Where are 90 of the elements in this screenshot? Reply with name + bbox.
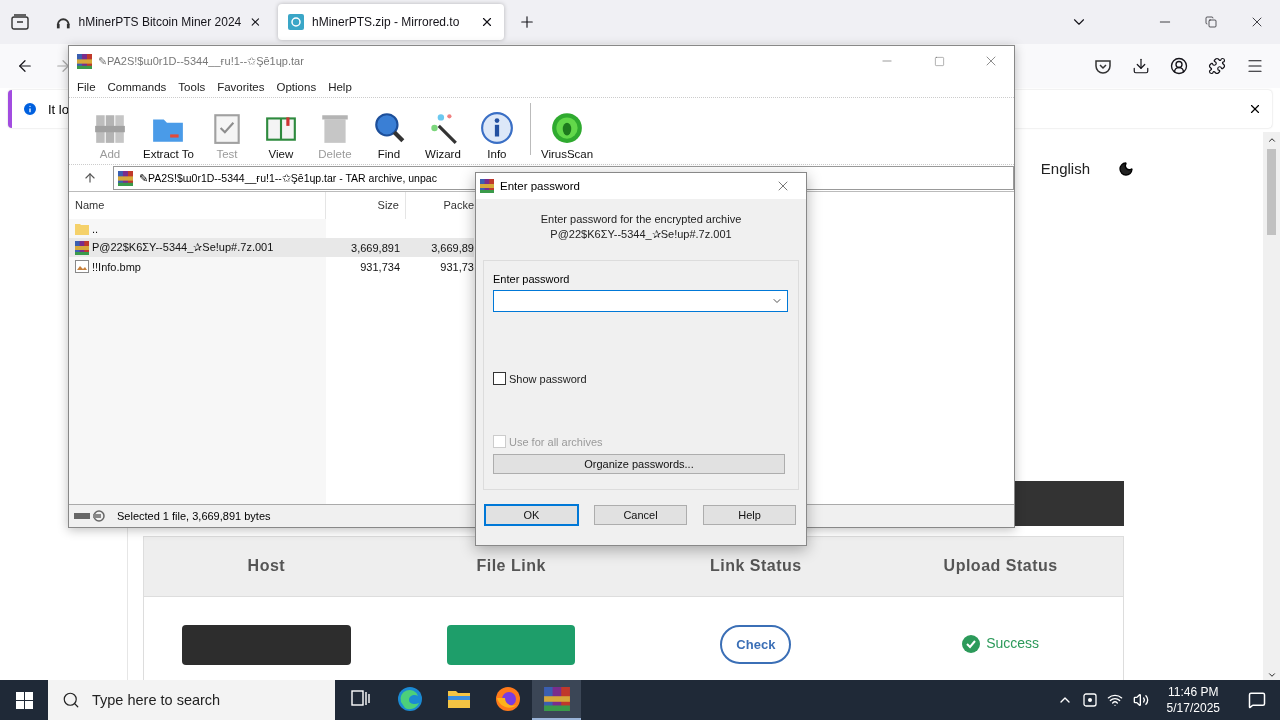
pocket-icon[interactable] xyxy=(1095,58,1111,74)
browser-tab[interactable]: hMinerPTS.zip - Mirrored.to xyxy=(278,4,504,40)
winrar-icon xyxy=(77,53,92,69)
windows-icon[interactable] xyxy=(15,691,33,709)
close-icon[interactable] xyxy=(249,15,262,29)
close-icon[interactable] xyxy=(1248,102,1262,116)
file-name: .. xyxy=(92,222,99,235)
info-icon xyxy=(479,111,514,145)
winrar-icon xyxy=(480,179,494,193)
camera-icon[interactable] xyxy=(1082,692,1097,708)
download-icon[interactable] xyxy=(1132,57,1150,75)
toolbar-button[interactable]: Info xyxy=(469,111,524,160)
file-row[interactable]: !!Info.bmp 931,734 931,73 xyxy=(69,257,474,276)
status-text: Selected 1 file, 3,669,891 bytes xyxy=(117,510,271,522)
edge-icon[interactable] xyxy=(396,686,423,712)
packed-size: 3,669,89 xyxy=(431,241,474,254)
menu-icon[interactable] xyxy=(1246,57,1264,75)
close-icon[interactable] xyxy=(480,15,494,29)
clock[interactable]: 11:46 PM 5/17/2025 xyxy=(1158,684,1228,716)
checkbox: Use for all archives xyxy=(493,435,788,448)
info-icon xyxy=(22,101,38,117)
check-circle-icon xyxy=(962,634,981,653)
back-icon[interactable] xyxy=(16,57,34,75)
download-button[interactable] xyxy=(447,624,576,665)
moon-icon[interactable] xyxy=(1118,160,1134,177)
winrar-icon[interactable] xyxy=(543,687,570,711)
scroll-thumb[interactable] xyxy=(1267,149,1276,235)
dialog-title: Enter password xyxy=(500,180,581,192)
winrar-icon xyxy=(75,240,89,255)
column-header[interactable]: Size xyxy=(326,192,406,219)
extensions-icon[interactable] xyxy=(1208,57,1226,75)
file-row[interactable]: P@22$K6ΣY--5344_✰Se!up#.7z.001 3,669,891 3,669,89 xyxy=(69,238,474,257)
column-header: File Link xyxy=(475,557,547,576)
notification-text: It lo xyxy=(48,101,69,117)
column-header[interactable]: Name xyxy=(69,192,326,219)
column-header: Upload Status xyxy=(942,557,1059,576)
volume-icon[interactable] xyxy=(1132,692,1149,708)
toolbar-button[interactable]: View xyxy=(253,111,308,160)
language-link[interactable]: English xyxy=(1040,160,1090,178)
packed-size: 931,73 xyxy=(440,260,474,273)
up-icon[interactable] xyxy=(83,171,97,185)
scroll-up-icon[interactable] xyxy=(1266,135,1277,145)
site-icon xyxy=(288,14,304,30)
scroll-down-icon[interactable] xyxy=(1266,670,1277,680)
browser-tab[interactable]: hMinerPTS Bitcoin Miner 2024 xyxy=(46,4,272,40)
file-size: 3,669,891 xyxy=(351,241,400,254)
dialog-button[interactable]: Cancel xyxy=(594,505,687,525)
file-size: 931,734 xyxy=(360,260,400,273)
checkbox[interactable]: Show password xyxy=(493,372,788,385)
field-label: Enter password xyxy=(493,273,571,285)
upload-status: Success xyxy=(986,634,1040,651)
firefox-view-icon[interactable] xyxy=(11,14,29,30)
bug-icon xyxy=(550,111,585,145)
password-field[interactable] xyxy=(493,290,788,312)
organize-button[interactable]: Organize passwords... xyxy=(493,454,785,474)
account-icon[interactable] xyxy=(1170,57,1188,75)
column-header: Host xyxy=(246,557,287,576)
new-tab-icon[interactable] xyxy=(518,13,536,31)
menu-item[interactable]: Commands xyxy=(101,80,173,93)
toolbar-button[interactable]: VirusScan xyxy=(534,111,600,160)
menu-item[interactable]: Tools xyxy=(172,80,212,93)
toolbar-button[interactable]: Find xyxy=(361,111,416,160)
archive-name: P@22$K6ΣY--5344_✰Se!up#.7z.001 xyxy=(549,227,733,242)
file-name: P@22$K6ΣY--5344_✰Se!up#.7z.001 xyxy=(92,241,274,254)
task-view-icon[interactable] xyxy=(350,690,371,708)
dialog-button[interactable]: Help xyxy=(703,505,796,525)
image-icon xyxy=(75,260,89,273)
column-header[interactable]: Packe xyxy=(406,192,474,219)
file-name: !!Info.bmp xyxy=(92,260,141,273)
menu-item[interactable]: File xyxy=(71,80,102,93)
file-row[interactable]: .. xyxy=(69,219,474,238)
restore-icon[interactable] xyxy=(1205,16,1217,28)
search-field[interactable]: Type here to search xyxy=(48,680,335,720)
window-title: ✎PA2S!$ɯ0r1D--5344__ғu!1--✩Şē1ɥp.tar xyxy=(98,54,305,68)
check-button[interactable]: Check xyxy=(720,624,792,664)
network-icon[interactable] xyxy=(1106,692,1123,708)
dialog-button[interactable]: OK xyxy=(485,505,578,525)
firefox-icon[interactable] xyxy=(494,686,521,712)
search-icon xyxy=(62,691,80,709)
toolbar-button[interactable]: Extract To xyxy=(137,111,200,160)
dialog-message: Enter password for the encrypted archive xyxy=(539,212,743,227)
menu-item[interactable]: Options xyxy=(270,80,323,93)
menu-item[interactable]: Help xyxy=(322,80,358,93)
notifications-icon[interactable] xyxy=(1248,691,1266,709)
menu-item[interactable]: Favorites xyxy=(211,80,271,93)
column-header: Link Status xyxy=(709,557,803,576)
toolbar-button[interactable]: Wizard xyxy=(415,111,470,160)
folder-icon xyxy=(75,221,89,236)
winrar-icon xyxy=(118,170,133,186)
folder-icon[interactable] xyxy=(446,688,471,710)
